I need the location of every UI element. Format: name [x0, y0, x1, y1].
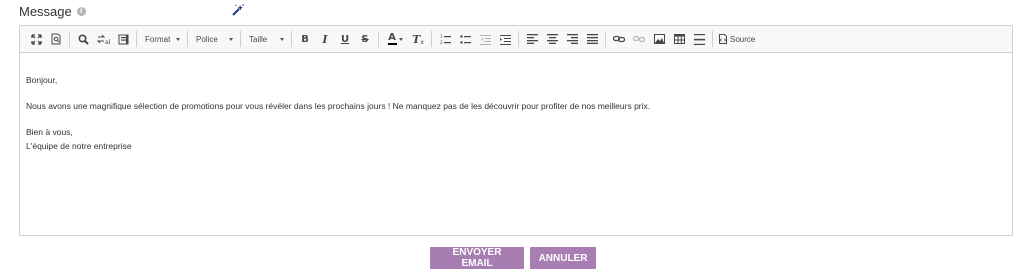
- toolbar-separator: [187, 31, 188, 47]
- rich-text-editor: ab Format Police Taille B I U S A: [19, 25, 1013, 236]
- underline-button[interactable]: U: [337, 31, 353, 47]
- send-email-button[interactable]: ENVOYER EMAIL: [430, 247, 524, 269]
- toolbar-separator: [518, 31, 519, 47]
- align-left-icon[interactable]: [524, 31, 540, 47]
- greeting-paragraph: Bonjour,: [26, 75, 58, 85]
- align-center-icon[interactable]: [544, 31, 560, 47]
- replace-icon[interactable]: ab: [95, 31, 111, 47]
- form-actions: ENVOYER EMAIL ANNULER: [430, 247, 596, 269]
- body-paragraph: Nous avons une magnifique sélection de p…: [26, 101, 651, 111]
- find-icon[interactable]: [75, 31, 91, 47]
- cancel-button[interactable]: ANNULER: [530, 247, 596, 269]
- toolbar-separator: [605, 31, 606, 47]
- outdent-icon[interactable]: [477, 31, 493, 47]
- table-icon[interactable]: [671, 31, 687, 47]
- remove-format-button[interactable]: Tx: [410, 31, 426, 47]
- source-icon: [719, 34, 727, 44]
- strikethrough-button[interactable]: S: [357, 31, 373, 47]
- toolbar-separator: [291, 31, 292, 47]
- source-label: Source: [730, 34, 756, 44]
- size-select[interactable]: Taille: [244, 30, 288, 48]
- horizontal-line-icon[interactable]: [691, 31, 707, 47]
- chevron-down-icon: [176, 37, 180, 41]
- toolbar-separator: [378, 31, 379, 47]
- chevron-down-icon: [280, 37, 284, 41]
- maximize-icon[interactable]: [28, 31, 44, 47]
- toolbar-separator: [240, 31, 241, 47]
- font-select[interactable]: Police: [191, 30, 237, 48]
- magic-wand-icon[interactable]: [231, 4, 244, 16]
- italic-button[interactable]: I: [317, 31, 333, 47]
- editor-content[interactable]: Bonjour, Nous avons une magnifique sélec…: [20, 53, 1012, 153]
- toolbar-separator: [69, 31, 70, 47]
- align-right-icon[interactable]: [564, 31, 580, 47]
- text-color-button[interactable]: A: [384, 31, 406, 47]
- chevron-down-icon: [398, 37, 403, 41]
- format-select-label: Format: [145, 34, 171, 44]
- toolbar-separator: [431, 31, 432, 47]
- message-label: Message: [19, 3, 72, 19]
- justify-icon[interactable]: [584, 31, 600, 47]
- remove-format-label: T: [412, 32, 421, 46]
- numbered-list-icon[interactable]: 12: [437, 31, 453, 47]
- svg-text:1: 1: [440, 34, 443, 39]
- format-select[interactable]: Format: [140, 30, 184, 48]
- signature-line: L'équipe de notre entreprise: [26, 141, 132, 151]
- preview-icon[interactable]: [48, 31, 64, 47]
- source-button[interactable]: Source: [716, 31, 758, 47]
- unlink-icon[interactable]: [631, 31, 647, 47]
- size-select-label: Taille: [249, 34, 268, 44]
- bullet-list-icon[interactable]: [457, 31, 473, 47]
- chevron-down-icon: [229, 37, 233, 41]
- image-icon[interactable]: [651, 31, 667, 47]
- svg-text:ab: ab: [105, 39, 110, 45]
- indent-icon[interactable]: [497, 31, 513, 47]
- toolbar-separator: [136, 31, 137, 47]
- editor-toolbar: ab Format Police Taille B I U S A: [20, 26, 1012, 53]
- text-color-label: A: [388, 32, 396, 43]
- font-select-label: Police: [196, 34, 218, 44]
- toolbar-separator: [712, 31, 713, 47]
- closing-line: Bien à vous,: [26, 127, 73, 137]
- bold-button[interactable]: B: [297, 31, 313, 47]
- message-label-row: Message i: [19, 3, 86, 19]
- svg-text:2: 2: [440, 40, 443, 45]
- select-all-icon[interactable]: [115, 31, 131, 47]
- link-icon[interactable]: [611, 31, 627, 47]
- remove-format-x-icon: x: [420, 38, 424, 46]
- color-swatch: [387, 43, 397, 45]
- info-icon[interactable]: i: [76, 6, 86, 16]
